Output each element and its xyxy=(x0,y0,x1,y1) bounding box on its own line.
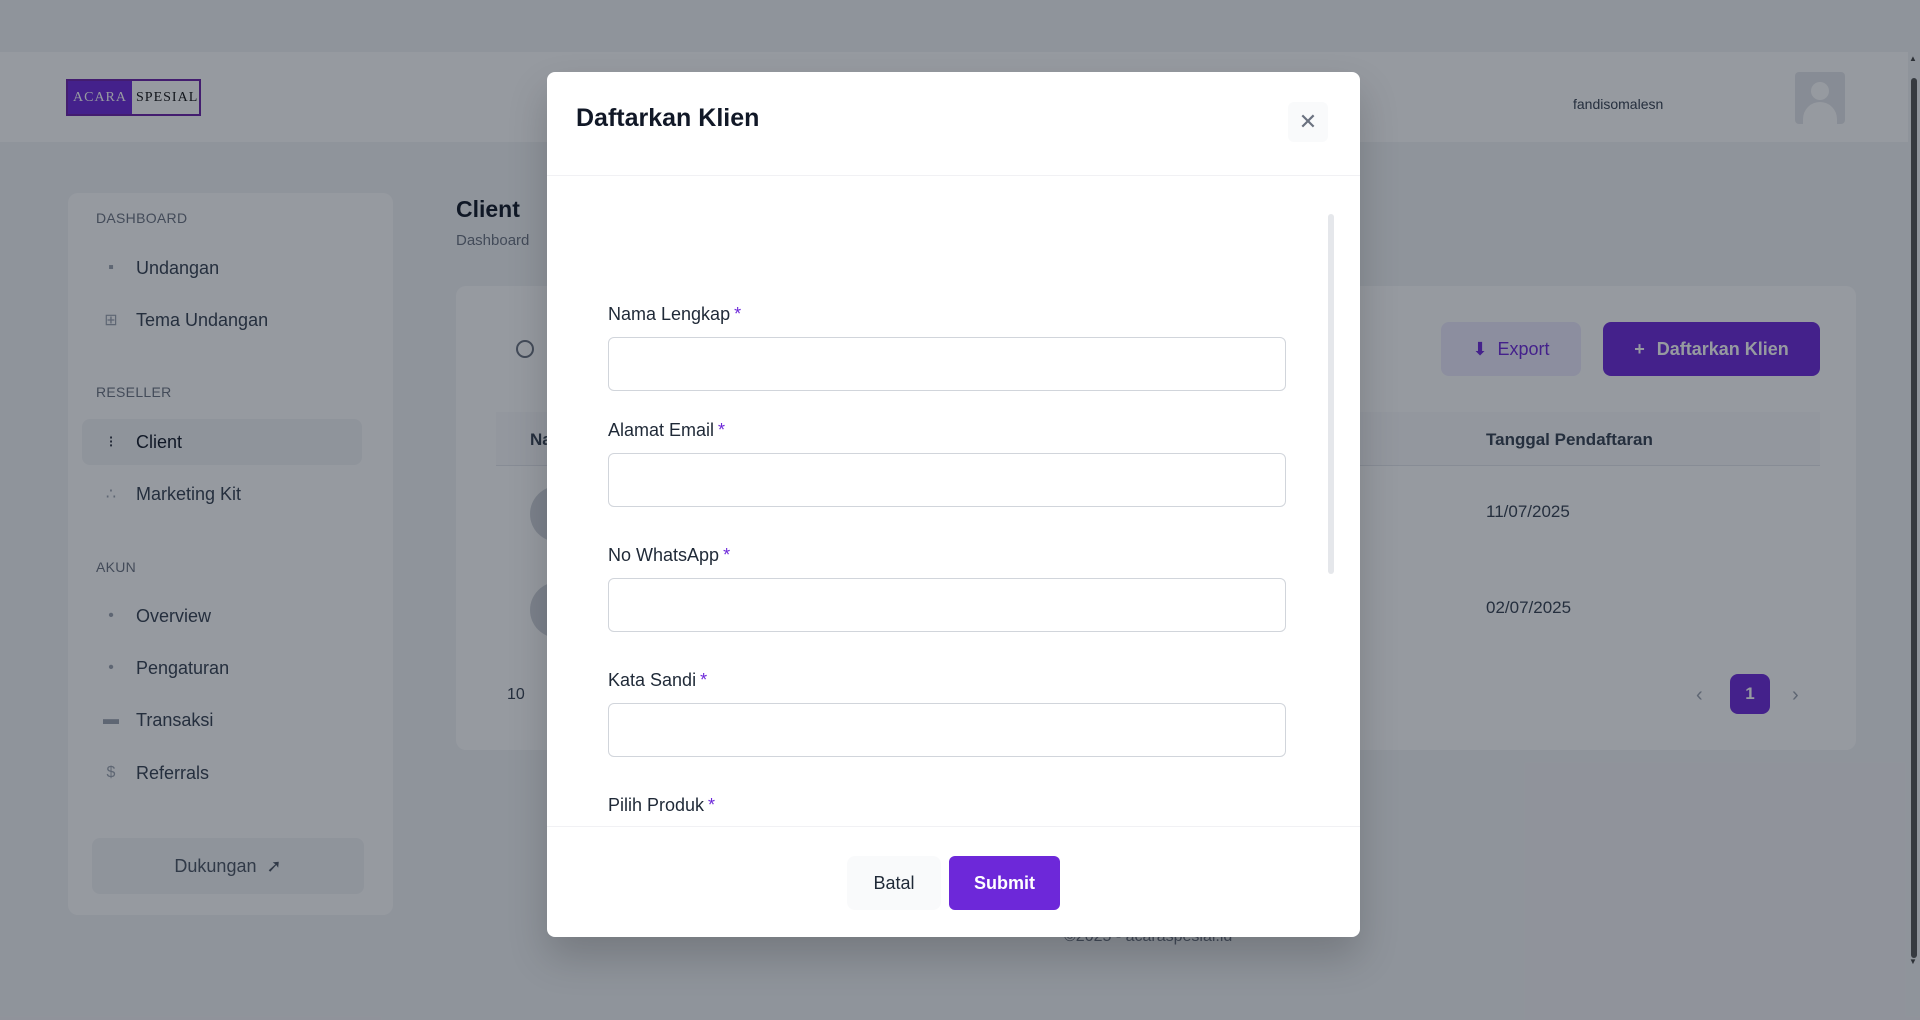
modal-form: Nama Lengkap * Alamat Email * No WhatsApp *… xyxy=(547,176,1360,826)
modal-title: Daftarkan Klien xyxy=(576,104,760,132)
full-name-label: Nama Lengkap * xyxy=(608,304,741,325)
close-icon[interactable]: ✕ xyxy=(1288,102,1328,142)
field-label-text: Alamat Email xyxy=(608,420,715,440)
register-client-modal: Daftarkan Klien ✕ Nama Lengkap * Alamat E… xyxy=(547,72,1360,937)
field-label-text: Kata Sandi xyxy=(608,670,697,690)
modal-scrollbar[interactable] xyxy=(1328,214,1334,574)
required-mark: * xyxy=(734,304,742,324)
field-label-text: No WhatsApp xyxy=(608,545,720,565)
required-mark: * xyxy=(700,670,708,690)
email-label: Alamat Email * xyxy=(608,420,725,441)
password-label: Kata Sandi * xyxy=(608,670,707,691)
whatsapp-input[interactable] xyxy=(608,578,1286,632)
password-input[interactable] xyxy=(608,703,1286,757)
required-mark: * xyxy=(708,795,716,815)
email-input[interactable] xyxy=(608,453,1286,507)
modal-footer: Batal Submit xyxy=(547,826,1360,937)
field-label-text: Pilih Produk xyxy=(608,795,705,815)
required-mark: * xyxy=(718,420,726,440)
cancel-button[interactable]: Batal xyxy=(847,856,941,910)
submit-button[interactable]: Submit xyxy=(949,856,1060,910)
field-label-text: Nama Lengkap xyxy=(608,304,731,324)
modal-header: Daftarkan Klien ✕ xyxy=(547,72,1360,176)
whatsapp-label: No WhatsApp * xyxy=(608,545,730,566)
required-mark: * xyxy=(723,545,731,565)
product-label: Pilih Produk * xyxy=(608,795,715,816)
full-name-input[interactable] xyxy=(608,337,1286,391)
